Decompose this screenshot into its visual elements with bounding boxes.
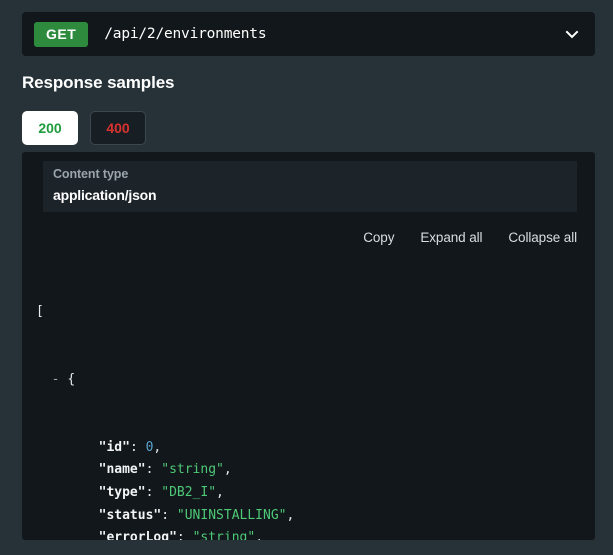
json-field-line: "type": "DB2_I", [36, 482, 587, 505]
content-type-label: Content type [53, 167, 129, 181]
api-response-samples-page: GET /api/2/environments Response samples… [0, 0, 613, 555]
tab-status-400[interactable]: 400 [90, 111, 146, 145]
content-type-box: Content type application/json [43, 161, 577, 212]
chevron-down-icon[interactable] [563, 25, 581, 43]
json-key: "id" [98, 439, 130, 455]
content-type-value[interactable]: application/json [53, 187, 565, 203]
copy-button[interactable]: Copy [363, 230, 394, 245]
json-line-open-object: - { [36, 369, 587, 392]
json-key: "errorLog" [98, 530, 177, 540]
json-key: "name" [98, 462, 146, 478]
json-separator: : [176, 530, 193, 540]
json-value: "DB2_I" [161, 484, 217, 500]
json-value: "string" [192, 530, 256, 540]
collapse-all-button[interactable]: Collapse all [508, 230, 577, 245]
json-comma: , [223, 462, 232, 478]
json-separator: : [129, 439, 146, 455]
json-open-brace: { [67, 371, 76, 387]
json-separator: : [145, 484, 162, 500]
json-sample-viewer: [ - { "id": 0, "name": "string", "type":… [36, 256, 587, 540]
response-status-tabs: 200 400 [22, 111, 146, 145]
http-method-badge: GET [34, 21, 89, 47]
json-comma: , [255, 530, 264, 540]
json-comma: , [216, 484, 224, 500]
tab-status-200[interactable]: 200 [22, 111, 78, 145]
json-field-list: "id": 0, "name": "string", "type": "DB2_… [36, 437, 587, 540]
json-field-line: "status": "UNINSTALLING", [36, 505, 587, 528]
endpoint-path: /api/2/environments [104, 26, 267, 42]
expand-all-button[interactable]: Expand all [420, 230, 482, 245]
json-separator: : [145, 462, 162, 478]
section-title: Response samples [22, 73, 175, 92]
json-value: "UNINSTALLING" [176, 507, 287, 523]
json-field-line: "id": 0, [36, 437, 587, 460]
json-value: "string" [161, 462, 224, 478]
json-comma: , [153, 439, 162, 455]
json-key: "status" [98, 507, 162, 523]
json-separator: : [161, 507, 177, 523]
json-line-open-array: [ [36, 301, 587, 324]
endpoint-header[interactable]: GET /api/2/environments [22, 12, 595, 56]
collapse-toggle-icon[interactable]: - [52, 372, 60, 387]
code-actions: Copy Expand all Collapse all [363, 230, 577, 245]
response-sample-panel: Content type application/json Copy Expan… [22, 152, 595, 540]
json-field-line: "errorLog": "string", [36, 527, 587, 540]
json-open-bracket: [ [36, 304, 44, 320]
json-field-line: "name": "string", [36, 459, 587, 482]
json-key: "type" [98, 484, 146, 500]
json-comma: , [286, 507, 295, 523]
